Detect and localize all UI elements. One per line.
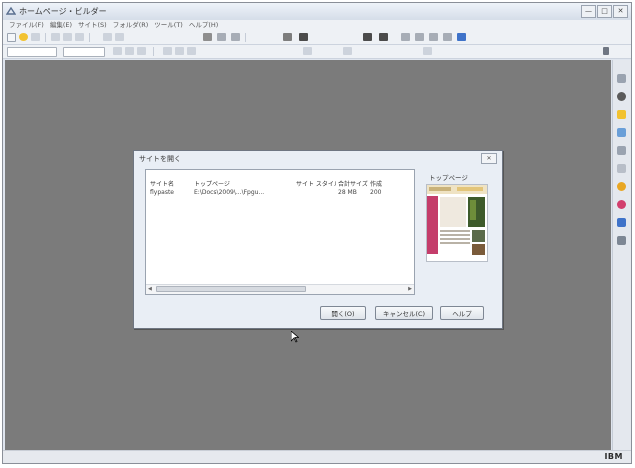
split-icon[interactable] xyxy=(443,33,452,41)
cell-site-name: flypaste xyxy=(150,189,174,196)
open-button[interactable]: 開く(O) xyxy=(320,306,366,320)
menu-folder[interactable]: フォルダ(R) xyxy=(113,20,149,31)
open-site-icon[interactable] xyxy=(19,33,28,41)
scroll-left-icon[interactable]: ◀ xyxy=(148,286,152,292)
book-icon[interactable] xyxy=(617,218,626,227)
new-page-icon[interactable] xyxy=(7,33,16,42)
scroll-right-icon[interactable]: ▶ xyxy=(408,286,412,292)
toolbar-separator xyxy=(245,33,246,42)
page-thumbnail xyxy=(427,185,487,261)
window-title: ホームページ・ビルダー xyxy=(19,7,107,16)
menu-site[interactable]: サイト(S) xyxy=(78,20,107,31)
align-right-icon[interactable] xyxy=(187,47,196,55)
open-site-dialog: サイトを開く ✕ サイト名 トップページ サイト スタイル 合計サイズ 作成 f… xyxy=(133,150,503,329)
minimize-button[interactable]: — xyxy=(581,5,596,18)
side-panel-toolbar xyxy=(612,60,631,451)
help-button[interactable]: ヘルプ xyxy=(440,306,484,320)
preview-label: トップページ xyxy=(429,174,468,182)
preview-icon[interactable] xyxy=(283,33,292,41)
clipboard-icon[interactable] xyxy=(617,164,626,173)
font-select[interactable] xyxy=(63,47,105,57)
cut-icon[interactable] xyxy=(51,33,60,41)
folder-icon[interactable] xyxy=(617,110,626,119)
list-item[interactable]: flypaste E:\Docs\2009\...\Fpgu... 28 MB … xyxy=(146,188,414,197)
format-toolbar xyxy=(3,45,631,59)
frame-icon[interactable] xyxy=(415,33,424,41)
layout-icon[interactable] xyxy=(401,33,410,41)
dialog-title: サイトを開く xyxy=(139,155,181,163)
italic-icon[interactable] xyxy=(125,47,134,55)
title-bar: ホームページ・ビルダー — □ ✕ xyxy=(3,3,631,21)
site-list[interactable]: サイト名 トップページ サイト スタイル 合計サイズ 作成 flypaste E… xyxy=(145,169,415,295)
underline-icon[interactable] xyxy=(137,47,146,55)
menu-help[interactable]: ヘルプ(H) xyxy=(189,20,218,31)
redo-icon[interactable] xyxy=(115,33,124,41)
cell-created: 200 xyxy=(370,189,382,196)
copy-icon[interactable] xyxy=(63,33,72,41)
menu-edit[interactable]: 編集(E) xyxy=(50,20,72,31)
toolbar-separator xyxy=(89,33,90,42)
menu-tools[interactable]: ツール(T) xyxy=(154,20,183,31)
scrollbar-thumb[interactable] xyxy=(156,286,306,292)
ibm-logo: IBM xyxy=(604,452,623,461)
table-icon[interactable] xyxy=(231,33,240,41)
menu-bar: ファイル(F) 編集(E) サイト(S) フォルダ(R) ツール(T) ヘルプ(… xyxy=(3,20,631,31)
top-page-preview xyxy=(426,184,488,262)
list-panel-icon[interactable] xyxy=(617,236,626,245)
close-button[interactable]: ✕ xyxy=(613,5,628,18)
save-icon[interactable] xyxy=(31,33,40,41)
image-icon[interactable] xyxy=(217,33,226,41)
paste-icon[interactable] xyxy=(75,33,84,41)
cancel-button[interactable]: キャンセル(C) xyxy=(375,306,433,320)
pen-icon[interactable] xyxy=(617,128,626,137)
maximize-button[interactable]: □ xyxy=(597,5,612,18)
list-icon[interactable] xyxy=(343,47,352,55)
arrow-icon[interactable] xyxy=(617,74,626,83)
app-icon xyxy=(6,6,16,15)
toolbar-separator xyxy=(153,47,154,56)
globe-icon[interactable] xyxy=(617,92,626,101)
format-icon[interactable] xyxy=(379,33,388,41)
dialog-close-button[interactable]: ✕ xyxy=(481,153,497,164)
toolbar-separator xyxy=(45,33,46,42)
check-icon[interactable] xyxy=(363,33,372,41)
cell-top-page: E:\Docs\2009\...\Fpgu... xyxy=(194,189,264,196)
align-left-icon[interactable] xyxy=(163,47,172,55)
publish-icon[interactable] xyxy=(299,33,308,41)
undo-icon[interactable] xyxy=(103,33,112,41)
align-center-icon[interactable] xyxy=(175,47,184,55)
style-select[interactable] xyxy=(7,47,57,57)
gem-icon[interactable] xyxy=(617,200,626,209)
sun-icon[interactable] xyxy=(617,182,626,191)
menu-file[interactable]: ファイル(F) xyxy=(9,20,44,31)
cell-total-size: 28 MB xyxy=(338,189,357,196)
font-color-icon[interactable] xyxy=(303,47,312,55)
status-bar: IBM xyxy=(3,450,631,463)
mouse-cursor-icon xyxy=(291,331,299,343)
toolbar-expand-icon[interactable] xyxy=(603,47,609,55)
page-view-icon[interactable] xyxy=(457,33,466,41)
horizontal-scrollbar[interactable]: ◀ ▶ xyxy=(146,284,414,294)
window-controls: — □ ✕ xyxy=(581,5,628,18)
link-icon[interactable] xyxy=(203,33,212,41)
bold-icon[interactable] xyxy=(113,47,122,55)
standard-toolbar xyxy=(3,31,631,45)
grid-icon[interactable] xyxy=(429,33,438,41)
page-icon[interactable] xyxy=(617,146,626,155)
indent-icon[interactable] xyxy=(423,47,432,55)
